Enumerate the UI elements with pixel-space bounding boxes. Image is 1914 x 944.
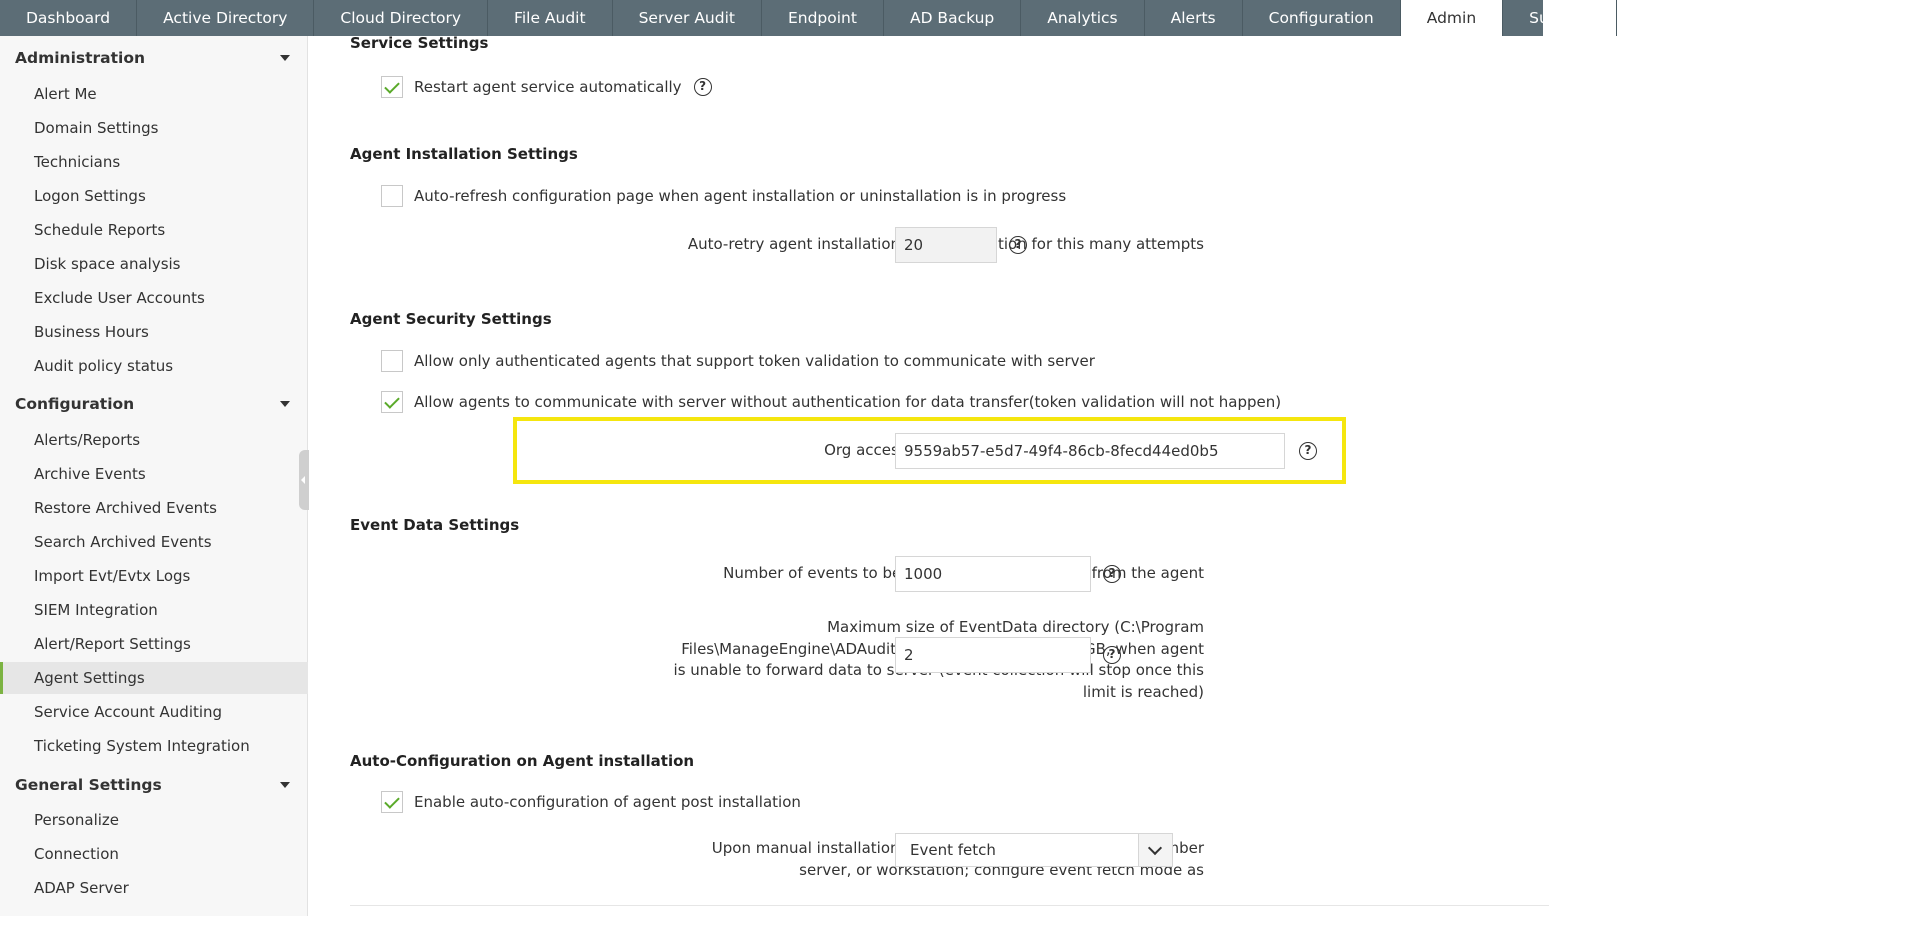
restart-service-checkbox[interactable] [381,76,403,98]
sidebar-section-title: General Settings [15,776,162,794]
sidebar-item-alerts-reports[interactable]: Alerts/Reports [0,424,308,456]
token-validation-checkbox[interactable] [381,350,403,372]
sidebar-item-service-account-auditing[interactable]: Service Account Auditing [0,696,308,728]
fetch-mode-value: Event fetch [910,841,996,859]
tab-cloud-directory[interactable]: Cloud Directory [314,0,489,36]
sidebar-item-business-hours[interactable]: Business Hours [0,316,308,348]
sidebar-item-technicians[interactable]: Technicians [0,146,308,178]
tab-endpoint[interactable]: Endpoint [762,0,884,36]
sidebar-item-adap-server[interactable]: ADAP Server [0,872,308,904]
section-title-installation: Agent Installation Settings [350,145,578,163]
token-validation-row: Allow only authenticated agents that sup… [381,350,1095,372]
caret-down-icon [280,401,290,407]
sidebar-item-schedule-reports[interactable]: Schedule Reports [0,214,308,246]
max-size-input[interactable]: 2 [895,637,1091,673]
help-icon[interactable]: ? [1103,565,1121,583]
tab-ad-backup[interactable]: AD Backup [884,0,1022,36]
sidebar-item-audit-policy-status[interactable]: Audit policy status [0,350,308,382]
section-title-security: Agent Security Settings [350,310,552,328]
org-key-input[interactable]: 9559ab57-e5d7-49f4-86cb-8fecd44ed0b5 [895,433,1285,469]
sidebar-item-archive-events[interactable]: Archive Events [0,458,308,490]
sidebar-item-alert-me[interactable]: Alert Me [0,78,308,110]
restart-service-label: Restart agent service automatically [414,78,682,96]
tab-admin[interactable]: Admin [1400,0,1504,36]
max-size-label-line: Maximum size of EventData directory (C:\… [827,618,1204,636]
autorefresh-checkbox[interactable] [381,185,403,207]
sidebar-item-disk-space-analysis[interactable]: Disk space analysis [0,248,308,280]
sidebar-item-import-evt-logs[interactable]: Import Evt/Evtx Logs [0,560,308,592]
sidebar-section-configuration[interactable]: Configuration [0,388,308,420]
tab-file-audit[interactable]: File Audit [488,0,613,36]
fetch-mode-select[interactable]: Event fetch [895,833,1173,867]
sidebar-item-siem-integration[interactable]: SIEM Integration [0,594,308,626]
tab-configuration[interactable]: Configuration [1243,0,1401,36]
sidebar-item-logon-settings[interactable]: Logon Settings [0,180,308,212]
retry-attempts-input[interactable]: 20 [895,227,997,263]
token-validation-label: Allow only authenticated agents that sup… [414,352,1095,370]
sidebar-item-exclude-user-accounts[interactable]: Exclude User Accounts [0,282,308,314]
sidebar-item-domain-settings[interactable]: Domain Settings [0,112,308,144]
help-icon[interactable]: ? [1103,646,1121,664]
tab-server-audit[interactable]: Server Audit [613,0,762,36]
sidebar-item-restore-archived-events[interactable]: Restore Archived Events [0,492,308,524]
autorefresh-row: Auto-refresh configuration page when age… [381,185,1066,207]
sidebar-collapse-handle[interactable] [299,450,309,510]
section-title-autoconfig: Auto-Configuration on Agent installation [350,752,695,770]
sidebar-item-search-archived-events[interactable]: Search Archived Events [0,526,308,558]
auto-config-label: Enable auto-configuration of agent post … [414,793,801,811]
tab-dashboard[interactable]: Dashboard [0,0,138,36]
sidebar-item-ticketing-system-integration[interactable]: Ticketing System Integration [0,730,308,762]
caret-down-icon [280,782,290,788]
sidebar-section-administration[interactable]: Administration [0,42,308,74]
auto-config-row: Enable auto-configuration of agent post … [381,791,801,813]
tab-alerts[interactable]: Alerts [1145,0,1243,36]
sidebar: Administration Alert Me Domain Settings … [0,36,309,916]
sidebar-item-agent-settings[interactable]: Agent Settings [0,662,308,694]
events-per-request-input[interactable]: 1000 [895,556,1091,592]
no-auth-row: Allow agents to communicate with server … [381,391,1281,413]
no-auth-checkbox[interactable] [381,391,403,413]
help-icon[interactable]: ? [693,78,712,96]
no-auth-label: Allow agents to communicate with server … [414,393,1282,411]
section-title-eventdata: Event Data Settings [350,516,520,534]
restart-service-row: Restart agent service automatically ? [381,76,712,98]
tab-support[interactable]: Support [1503,0,1618,36]
sidebar-section-title: Configuration [15,395,135,413]
auto-config-checkbox[interactable] [381,791,403,813]
sidebar-section-general-settings[interactable]: General Settings [0,769,308,801]
main-content: Service Settings Restart agent service a… [309,34,1549,916]
chevron-down-icon[interactable] [1138,834,1172,866]
caret-down-icon [280,55,290,61]
sidebar-section-title: Administration [15,49,146,67]
divider [350,905,1549,906]
help-icon[interactable]: ? [1009,236,1027,254]
autorefresh-label: Auto-refresh configuration page when age… [414,187,1067,205]
tab-analytics[interactable]: Analytics [1021,0,1145,36]
sidebar-item-connection[interactable]: Connection [0,838,308,870]
section-title-service: Service Settings [350,34,489,52]
tab-active-directory[interactable]: Active Directory [137,0,315,36]
sidebar-item-alert-report-settings[interactable]: Alert/Report Settings [0,628,308,660]
sidebar-item-personalize[interactable]: Personalize [0,804,308,836]
help-icon[interactable]: ? [1299,442,1317,460]
max-size-label-line: limit is reached) [1082,682,1204,701]
top-nav: Dashboard Active Directory Cloud Directo… [0,0,1618,36]
